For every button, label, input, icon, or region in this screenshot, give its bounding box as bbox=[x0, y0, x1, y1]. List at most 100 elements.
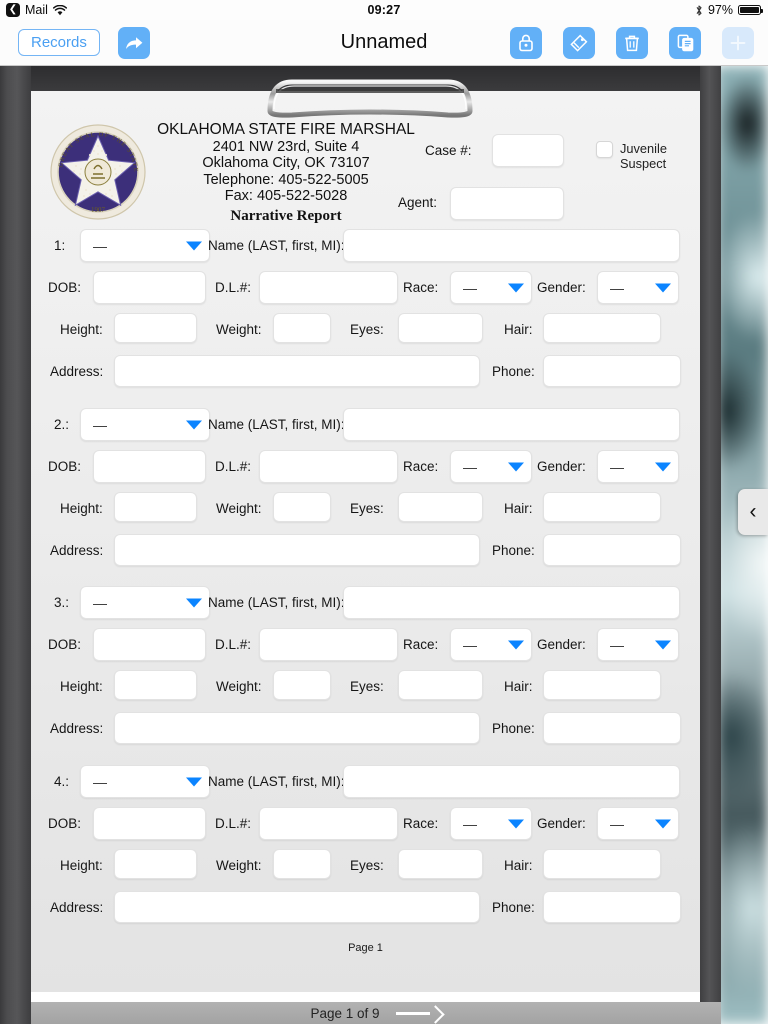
person-3-phone-input[interactable] bbox=[543, 712, 681, 744]
wallpaper-background bbox=[716, 66, 768, 1024]
person-1-height-input[interactable] bbox=[114, 313, 197, 343]
person-4-hair-input[interactable] bbox=[543, 849, 661, 879]
person-3-height-input[interactable] bbox=[114, 670, 197, 700]
person-3-dl-input[interactable] bbox=[259, 628, 398, 661]
person-2-hair-input[interactable] bbox=[543, 492, 661, 522]
chevron-down-icon bbox=[186, 777, 202, 786]
person-4-eyes-input[interactable] bbox=[398, 849, 483, 879]
person-1-eyes-label: Eyes: bbox=[350, 322, 384, 337]
person-4-height-label: Height: bbox=[60, 858, 103, 873]
person-2-race-value: — bbox=[463, 458, 477, 475]
agency-address-1: 2401 NW 23rd, Suite 4 bbox=[212, 138, 360, 155]
person-4-gender-value: — bbox=[610, 815, 624, 832]
nav-actions bbox=[510, 26, 754, 59]
pager-toolbar: Page 1 of 9 bbox=[31, 1002, 721, 1024]
person-2-height-input[interactable] bbox=[114, 492, 197, 522]
document-bezel-left bbox=[0, 66, 31, 1024]
case-number-input[interactable] bbox=[492, 134, 564, 167]
person-2-type-select[interactable]: — bbox=[80, 408, 210, 441]
chevron-left-icon[interactable]: ‹ bbox=[738, 489, 768, 535]
person-2-name-input[interactable] bbox=[343, 408, 680, 441]
person-3-gender-value: — bbox=[610, 636, 624, 653]
person-2-gender-label: Gender: bbox=[537, 459, 586, 474]
person-2-phone-input[interactable] bbox=[543, 534, 681, 566]
person-1-race-select[interactable]: — bbox=[450, 271, 532, 304]
case-number-label: Case #: bbox=[425, 143, 472, 158]
person-1-name-label: Name (LAST, first, MI): bbox=[208, 238, 345, 253]
person-3-eyes-label: Eyes: bbox=[350, 679, 384, 694]
chevron-down-icon bbox=[508, 640, 524, 649]
person-4-race-select[interactable]: — bbox=[450, 807, 532, 840]
person-2-address-input[interactable] bbox=[114, 534, 480, 566]
person-4-address-input[interactable] bbox=[114, 891, 480, 923]
person-2-dl-input[interactable] bbox=[259, 450, 398, 483]
agency-telephone: Telephone: 405-522-5005 bbox=[203, 171, 369, 188]
person-1-eyes-input[interactable] bbox=[398, 313, 483, 343]
person-1-name-input[interactable] bbox=[343, 229, 680, 262]
agency-name: OKLAHOMA STATE FIRE MARSHAL bbox=[157, 121, 415, 138]
person-3-type-value: — bbox=[93, 594, 107, 611]
person-3-dob-input[interactable] bbox=[93, 628, 206, 661]
person-2-dob-label: DOB: bbox=[48, 459, 82, 474]
person-4-dl-input[interactable] bbox=[259, 807, 398, 840]
plus-icon[interactable] bbox=[722, 26, 754, 59]
person-2-race-label: Race: bbox=[403, 459, 439, 474]
person-3-dob-label: DOB: bbox=[48, 637, 82, 652]
person-4-weight-label: Weight: bbox=[216, 858, 262, 873]
person-3-gender-label: Gender: bbox=[537, 637, 586, 652]
tag-icon[interactable] bbox=[563, 26, 595, 59]
person-3-race-value: — bbox=[463, 636, 477, 653]
document-bezel-right bbox=[700, 66, 721, 1024]
battery-icon bbox=[738, 4, 764, 16]
person-3-hair-input[interactable] bbox=[543, 670, 661, 700]
person-1-phone-input[interactable] bbox=[543, 355, 681, 387]
person-1-dl-label: D.L.#: bbox=[215, 280, 252, 295]
page-footnote: Page 1 bbox=[348, 942, 383, 954]
person-2-weight-input[interactable] bbox=[273, 492, 331, 522]
person-1-address-input[interactable] bbox=[114, 355, 480, 387]
juvenile-suspect-checkbox[interactable] bbox=[596, 141, 613, 158]
agent-input[interactable] bbox=[450, 187, 564, 220]
person-1-gender-label: Gender: bbox=[537, 280, 586, 295]
person-2-eyes-input[interactable] bbox=[398, 492, 483, 522]
trash-icon[interactable] bbox=[616, 26, 648, 59]
person-2-gender-select[interactable]: — bbox=[597, 450, 679, 483]
person-3-name-input[interactable] bbox=[343, 586, 680, 619]
person-4-index-label: 4.: bbox=[54, 774, 70, 789]
person-4-name-input[interactable] bbox=[343, 765, 680, 798]
person-4-weight-input[interactable] bbox=[273, 849, 331, 879]
chevron-down-icon bbox=[655, 462, 671, 471]
person-1-hair-input[interactable] bbox=[543, 313, 661, 343]
person-4-dob-input[interactable] bbox=[93, 807, 206, 840]
person-3-index-label: 3.: bbox=[54, 595, 70, 610]
person-2-phone-label: Phone: bbox=[492, 543, 535, 558]
person-4-phone-input[interactable] bbox=[543, 891, 681, 923]
duplicate-icon[interactable] bbox=[669, 26, 701, 59]
person-4-address-label: Address: bbox=[50, 900, 104, 915]
person-1-gender-select[interactable]: — bbox=[597, 271, 679, 304]
person-2-race-select[interactable]: — bbox=[450, 450, 532, 483]
person-3-address-input[interactable] bbox=[114, 712, 480, 744]
person-4-gender-select[interactable]: — bbox=[597, 807, 679, 840]
person-2-dob-input[interactable] bbox=[93, 450, 206, 483]
person-3-race-select[interactable]: — bbox=[450, 628, 532, 661]
lock-icon[interactable] bbox=[510, 26, 542, 59]
person-3-gender-select[interactable]: — bbox=[597, 628, 679, 661]
person-4-height-input[interactable] bbox=[114, 849, 197, 879]
juvenile-label-line-2: Suspect bbox=[620, 155, 667, 171]
person-2-hair-label: Hair: bbox=[504, 501, 533, 516]
person-3-weight-label: Weight: bbox=[216, 679, 262, 694]
svg-text:1907: 1907 bbox=[91, 206, 106, 214]
person-2-dl-label: D.L.#: bbox=[215, 459, 252, 474]
person-1-dl-input[interactable] bbox=[259, 271, 398, 304]
person-3-weight-input[interactable] bbox=[273, 670, 331, 700]
person-1-type-select[interactable]: — bbox=[80, 229, 210, 262]
person-1-weight-input[interactable] bbox=[273, 313, 331, 343]
person-1-type-value: — bbox=[93, 237, 107, 254]
person-1-dob-input[interactable] bbox=[93, 271, 206, 304]
person-3-eyes-input[interactable] bbox=[398, 670, 483, 700]
person-4-race-label: Race: bbox=[403, 816, 439, 831]
right-arrow-icon[interactable] bbox=[395, 1007, 442, 1019]
person-4-type-select[interactable]: — bbox=[80, 765, 210, 798]
person-3-type-select[interactable]: — bbox=[80, 586, 210, 619]
